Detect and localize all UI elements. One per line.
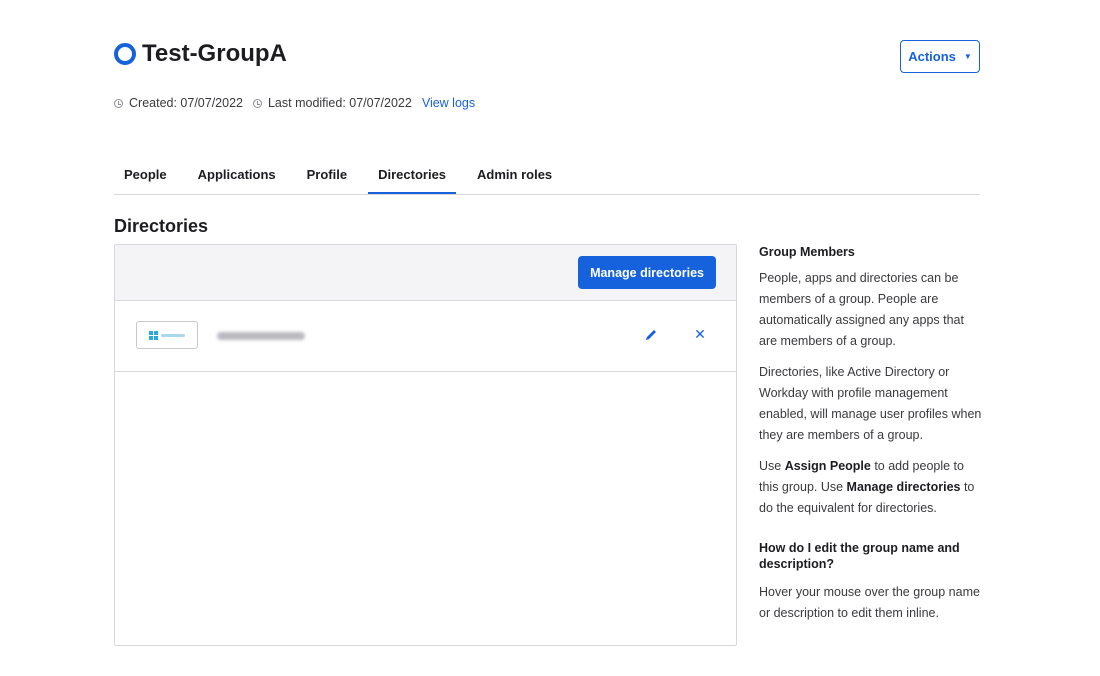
help-paragraph: Hover your mouse over the group name or …: [759, 585, 980, 620]
modified-item: Last modified: 07/07/2022: [252, 96, 412, 110]
tab-directories[interactable]: Directories: [368, 160, 457, 194]
help-bold-assign-people: Assign People: [784, 459, 871, 473]
directory-row: ✕: [115, 301, 736, 372]
tab-profile[interactable]: Profile: [297, 160, 357, 193]
help-text: Use: [759, 459, 785, 473]
tab-people[interactable]: People: [114, 160, 177, 193]
help-heading-group-members: Group Members: [759, 245, 855, 259]
logo-text-blur: [161, 333, 185, 337]
page-title: Test-GroupA: [142, 40, 287, 67]
directory-logo: [136, 321, 198, 349]
caret-down-icon: ▼: [963, 52, 972, 61]
title-row: Test-GroupA: [114, 40, 287, 68]
meta-row: Created: 07/07/2022 Last modified: 07/07…: [114, 96, 475, 110]
group-page: Test-GroupA Actions ▼ Created: 07/07/202…: [114, 0, 981, 676]
close-icon[interactable]: ✕: [692, 326, 708, 342]
help-paragraph: Directories, like Active Directory or Wo…: [759, 365, 982, 442]
manage-directories-button[interactable]: Manage directories: [578, 256, 716, 289]
tab-bar: People Applications Profile Directories …: [114, 160, 980, 195]
clock-icon: [114, 98, 123, 108]
help-paragraph: People, apps and directories can be memb…: [759, 271, 964, 348]
group-icon: [114, 43, 136, 65]
panel-toolbar: Manage directories: [115, 245, 736, 301]
created-item: Created: 07/07/2022: [114, 96, 243, 110]
modified-date: Last modified: 07/07/2022: [267, 96, 412, 110]
view-logs-link[interactable]: View logs: [422, 96, 475, 110]
created-date: Created: 07/07/2022: [129, 96, 243, 110]
actions-button[interactable]: Actions ▼: [900, 40, 980, 73]
pencil-icon[interactable]: [643, 327, 659, 343]
clock-icon: [252, 98, 262, 108]
section-title: Directories: [114, 216, 209, 236]
directories-panel: Manage directories ✕: [114, 244, 737, 646]
actions-label: Actions: [908, 49, 956, 64]
directory-name-blurred: [217, 332, 305, 340]
help-heading-edit: How do I edit the group name and descrip…: [759, 541, 960, 571]
help-paragraph-assign: Use Assign People to add people to this …: [759, 456, 984, 519]
tab-admin-roles[interactable]: Admin roles: [467, 160, 562, 193]
windows-icon: [149, 330, 158, 340]
help-bold-manage-directories: Manage directories: [846, 480, 961, 494]
help-sidebar: Group Members People, apps and directori…: [759, 244, 984, 634]
tab-applications[interactable]: Applications: [188, 160, 286, 193]
